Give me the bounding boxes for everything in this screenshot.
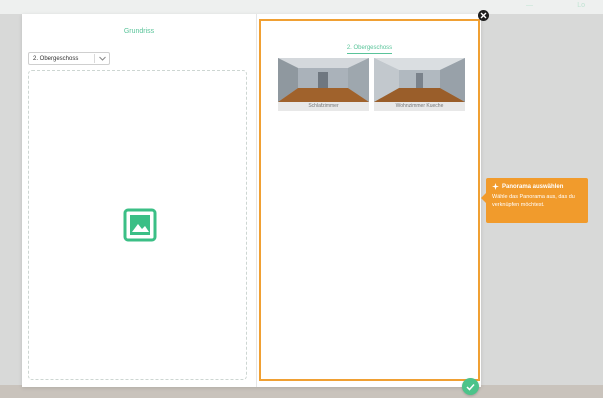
panorama-thumbnail-wohnzimmer[interactable]: Wohnzimmer Kueche [374, 58, 465, 111]
floor-select-value: 2. Obergeschoss [33, 55, 79, 62]
tab-floor[interactable]: 2. Obergeschoss [261, 36, 478, 54]
background-header: — Lo [0, 0, 603, 14]
panorama-caption: Wohnzimmer Kueche [374, 102, 465, 111]
close-icon [480, 12, 487, 19]
tooltip-title: Panorama auswählen [502, 183, 564, 190]
panorama-thumbnail-schlafzimmer[interactable]: Schlafzimmer [278, 58, 369, 111]
tab-floor-label[interactable]: 2. Obergeschoss [346, 45, 393, 54]
link-panorama-modal: Grundriss 2. Obergeschoss 2. Obergeschos… [22, 14, 481, 387]
check-icon [466, 383, 475, 391]
select-panorama-tooltip: Panorama auswählen Wähle das Panorama au… [481, 178, 588, 223]
chevron-down-icon[interactable] [95, 56, 109, 61]
floorplan-panel: Grundriss 2. Obergeschoss [22, 14, 257, 387]
floor-select[interactable]: 2. Obergeschoss [28, 52, 110, 65]
floorplan-title: Grundriss [123, 28, 155, 35]
close-button[interactable] [478, 10, 489, 21]
background-header-dash: — [526, 2, 533, 9]
panorama-image[interactable] [374, 58, 465, 102]
image-icon[interactable] [123, 208, 157, 242]
panorama-caption: Schlafzimmer [278, 102, 369, 111]
panorama-list-panel: 2. Obergeschoss Schlafzimmer Wohnzimmer … [259, 19, 480, 381]
panorama-image[interactable] [278, 58, 369, 102]
confirm-button[interactable] [462, 378, 479, 395]
sparkle-icon [492, 183, 499, 190]
background-header-link: Lo [577, 2, 585, 9]
floorplan-upload-area[interactable] [28, 70, 247, 380]
tooltip-text: Wähle das Panorama aus, das du verknüpfe… [492, 194, 575, 208]
tooltip-title-row: Panorama auswählen [492, 183, 582, 190]
